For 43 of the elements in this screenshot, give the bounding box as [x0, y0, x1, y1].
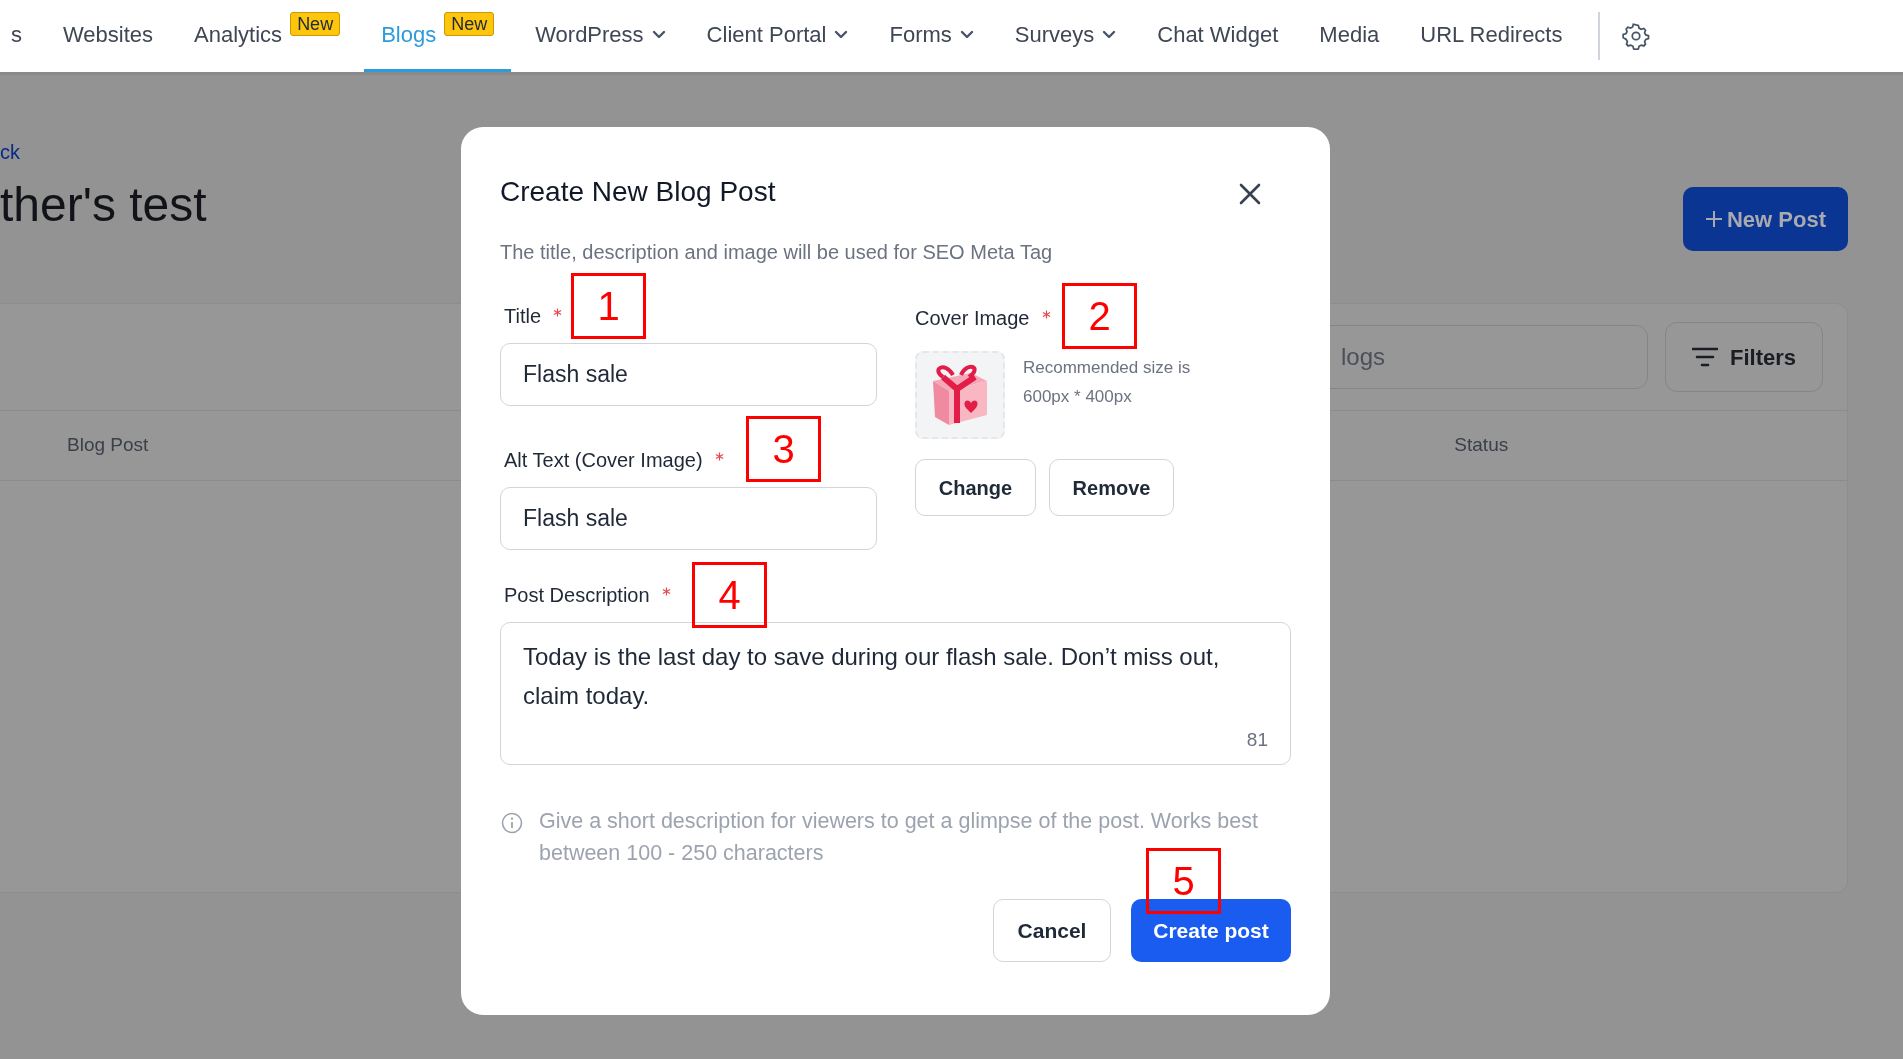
nav-tab[interactable]: Analytics New: [177, 0, 358, 72]
nav-tab[interactable]: Chat Widget: [1140, 0, 1296, 72]
annotation-marker: 2: [1062, 283, 1137, 349]
nav-tab[interactable]: WordPress: [518, 0, 683, 72]
nav-tab[interactable]: s: [0, 0, 39, 72]
nav-tab[interactable]: Surveys: [997, 0, 1134, 72]
field-label: Alt Text (Cover Image): [504, 448, 703, 473]
field-label: Title: [504, 304, 542, 329]
back-link[interactable]: ck: [0, 137, 207, 167]
new-badge: New: [444, 11, 495, 36]
nav-tab[interactable]: Media: [1302, 0, 1397, 72]
info-icon: [501, 812, 523, 834]
new-badge: New: [290, 11, 341, 36]
filters-button[interactable]: Filters: [1664, 322, 1823, 392]
title-input[interactable]: Flash sale: [500, 343, 877, 406]
create-post-button[interactable]: Create post: [1131, 899, 1291, 962]
character-counter: 81: [1246, 727, 1268, 752]
cancel-button[interactable]: Cancel: [993, 899, 1111, 962]
nav-tab[interactable]: URL Redirects: [1403, 0, 1580, 72]
annotation-marker: 4: [692, 562, 767, 628]
alt-text-input[interactable]: Flash sale: [500, 487, 877, 550]
remove-button[interactable]: Remove: [1049, 459, 1174, 516]
nav-tab[interactable]: Blogs New: [364, 0, 512, 72]
nav-tab[interactable]: Forms: [872, 0, 991, 72]
change-button[interactable]: Change: [915, 459, 1036, 516]
annotation-marker: 1: [571, 273, 646, 339]
description-textarea[interactable]: Today is the last day to save during our flash sale. Don’t miss out, claim today. 81: [500, 622, 1291, 765]
dialog-title: Create New Blog Post: [500, 175, 776, 209]
filter-icon: [1691, 347, 1718, 367]
annotation-marker: 5: [1146, 848, 1221, 914]
nav-tab[interactable]: Client Portal: [689, 0, 866, 72]
close-icon[interactable]: [1239, 183, 1261, 205]
column-header: Blog Post: [67, 433, 149, 458]
page-heading: ther's test: [0, 181, 207, 229]
field-label: Cover Image: [915, 306, 1030, 331]
nav-tab[interactable]: Websites: [46, 0, 171, 72]
dialog-subtitle: The title, description and image will be used for SEO Meta Tag: [500, 240, 1054, 265]
column-header: Status: [1454, 433, 1509, 458]
annotation-marker: 3: [746, 416, 821, 482]
field-label: Post Description: [504, 583, 650, 608]
settings-icon[interactable]: [1622, 22, 1651, 50]
plus-icon: [1704, 210, 1723, 228]
new-post-button[interactable]: New Post: [1682, 187, 1848, 251]
